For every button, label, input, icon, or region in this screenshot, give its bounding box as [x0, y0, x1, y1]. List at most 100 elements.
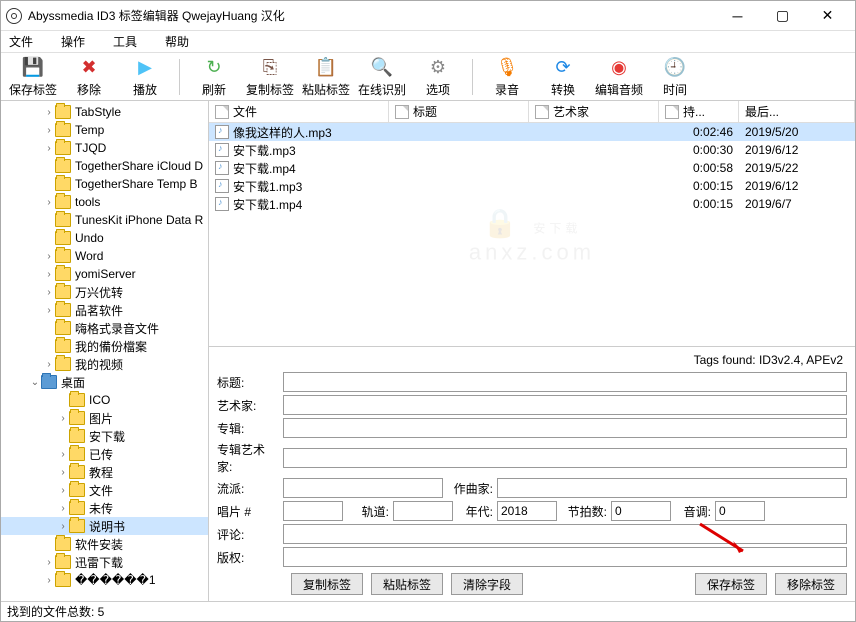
artist-input[interactable]	[283, 395, 847, 415]
tree-item[interactable]: ›������1	[1, 571, 208, 589]
expand-icon[interactable]: ›	[57, 449, 69, 460]
tree-item[interactable]: ›教程	[1, 463, 208, 481]
tree-item[interactable]: ›图片	[1, 409, 208, 427]
col-file[interactable]: 文件	[209, 101, 389, 122]
genre-input[interactable]	[283, 478, 443, 498]
tree-item[interactable]: ›TabStyle	[1, 103, 208, 121]
paste-tags-button[interactable]: 📋粘贴标签	[298, 56, 354, 98]
record-button[interactable]: 🎙录音	[479, 56, 535, 98]
file-row[interactable]: 安下载.mp30:00:302019/6/12	[209, 141, 855, 159]
title-input[interactable]	[283, 372, 847, 392]
tree-item[interactable]: ›万兴优转	[1, 283, 208, 301]
tree-item[interactable]: 软件安装	[1, 535, 208, 553]
expand-icon[interactable]: ›	[43, 359, 55, 370]
options-button[interactable]: ⚙选项	[410, 56, 466, 98]
menu-actions[interactable]: 操作	[61, 33, 85, 50]
minimize-button[interactable]: ─	[715, 2, 760, 30]
refresh-button[interactable]: ↻刷新	[186, 56, 242, 98]
tree-item[interactable]: 安下载	[1, 427, 208, 445]
expand-icon[interactable]: ›	[43, 575, 55, 586]
expand-icon[interactable]: ›	[43, 269, 55, 280]
menu-tools[interactable]: 工具	[113, 33, 137, 50]
play-button[interactable]: ▶播放	[117, 56, 173, 98]
tree-item[interactable]: TogetherShare iCloud D	[1, 157, 208, 175]
tree-item[interactable]: TogetherShare Temp B	[1, 175, 208, 193]
year-input[interactable]	[497, 501, 557, 521]
expand-icon[interactable]: ›	[43, 197, 55, 208]
menu-file[interactable]: 文件	[9, 33, 33, 50]
close-button[interactable]: ✕	[805, 2, 850, 30]
tree-item[interactable]: TunesKit iPhone Data R	[1, 211, 208, 229]
folder-tree[interactable]: ›TabStyle›Temp›TJQDTogetherShare iCloud …	[1, 101, 209, 601]
folder-icon	[55, 357, 71, 371]
col-artist[interactable]: 艺术家	[529, 101, 659, 122]
copyright-input[interactable]	[283, 547, 847, 567]
comment-input[interactable]	[283, 524, 847, 544]
tree-item[interactable]: ›yomiServer	[1, 265, 208, 283]
tree-item[interactable]: ⌄桌面	[1, 373, 208, 391]
expand-icon[interactable]: ›	[43, 107, 55, 118]
bpm-input[interactable]	[611, 501, 671, 521]
tree-item[interactable]: ›迅雷下载	[1, 553, 208, 571]
file-row[interactable]: 安下载.mp40:00:582019/5/22	[209, 159, 855, 177]
copy-tags-button[interactable]: ⎘复制标签	[242, 56, 298, 98]
expand-icon[interactable]: ›	[57, 503, 69, 514]
save-tags-form-button[interactable]: 保存标签	[695, 573, 767, 595]
disc-input[interactable]	[283, 501, 343, 521]
watermark: 🔒 安下载 anxz.com	[469, 206, 595, 265]
tree-item[interactable]: ›已传	[1, 445, 208, 463]
col-title[interactable]: 标题	[389, 101, 529, 122]
copy-tags-form-button[interactable]: 复制标签	[291, 573, 363, 595]
file-list[interactable]: 文件 标题 艺术家 持... 最后... 像我这样的人.mp30:02:4620…	[209, 101, 855, 346]
tree-item[interactable]: ›我的视频	[1, 355, 208, 373]
albumartist-input[interactable]	[283, 448, 847, 468]
file-duration: 0:00:58	[659, 161, 739, 175]
expand-icon[interactable]: ›	[57, 467, 69, 478]
save-tags-button[interactable]: 💾保存标签	[5, 56, 61, 98]
expand-icon[interactable]: ⌄	[29, 377, 41, 388]
expand-icon[interactable]: ›	[43, 557, 55, 568]
edit-audio-button[interactable]: ◉编辑音频	[591, 56, 647, 98]
expand-icon[interactable]: ›	[43, 251, 55, 262]
key-input[interactable]	[715, 501, 765, 521]
menu-help[interactable]: 帮助	[165, 33, 189, 50]
tree-item[interactable]: ›未传	[1, 499, 208, 517]
expand-icon[interactable]: ›	[57, 521, 69, 532]
expand-icon[interactable]: ›	[43, 287, 55, 298]
time-button[interactable]: 🕘时间	[647, 56, 703, 98]
tree-item[interactable]: Undo	[1, 229, 208, 247]
online-id-button[interactable]: 🔍在线识别	[354, 56, 410, 98]
paste-tags-form-button[interactable]: 粘贴标签	[371, 573, 443, 595]
clear-fields-button[interactable]: 清除字段	[451, 573, 523, 595]
composer-input[interactable]	[497, 478, 847, 498]
tree-item[interactable]: › 说明书	[1, 517, 208, 535]
expand-icon[interactable]: ›	[57, 485, 69, 496]
folder-icon	[55, 303, 71, 317]
tree-item[interactable]: 嗨格式录音文件	[1, 319, 208, 337]
maximize-button[interactable]: ▢	[760, 2, 805, 30]
col-date[interactable]: 最后...	[739, 101, 855, 122]
tree-item-label: 说明书	[89, 518, 125, 535]
track-input[interactable]	[393, 501, 453, 521]
tree-item[interactable]: ›品茗软件	[1, 301, 208, 319]
remove-button[interactable]: ✖移除	[61, 56, 117, 98]
expand-icon[interactable]: ›	[43, 143, 55, 154]
file-row[interactable]: 像我这样的人.mp30:02:462019/5/20	[209, 123, 855, 141]
album-input[interactable]	[283, 418, 847, 438]
col-duration[interactable]: 持...	[659, 101, 739, 122]
expand-icon[interactable]: ›	[43, 305, 55, 316]
doc-icon	[535, 105, 549, 119]
tree-item[interactable]: ›TJQD	[1, 139, 208, 157]
tree-item[interactable]: ›tools	[1, 193, 208, 211]
tree-item[interactable]: ›Temp	[1, 121, 208, 139]
remove-tags-form-button[interactable]: 移除标签	[775, 573, 847, 595]
file-row[interactable]: 安下载1.mp40:00:152019/6/7	[209, 195, 855, 213]
expand-icon[interactable]: ›	[57, 413, 69, 424]
tree-item[interactable]: 我的備份檔案	[1, 337, 208, 355]
expand-icon[interactable]: ›	[43, 125, 55, 136]
convert-button[interactable]: ⟳转换	[535, 56, 591, 98]
tree-item[interactable]: ›Word	[1, 247, 208, 265]
file-row[interactable]: 安下载1.mp30:00:152019/6/12	[209, 177, 855, 195]
tree-item[interactable]: ›文件	[1, 481, 208, 499]
tree-item[interactable]: ICO	[1, 391, 208, 409]
